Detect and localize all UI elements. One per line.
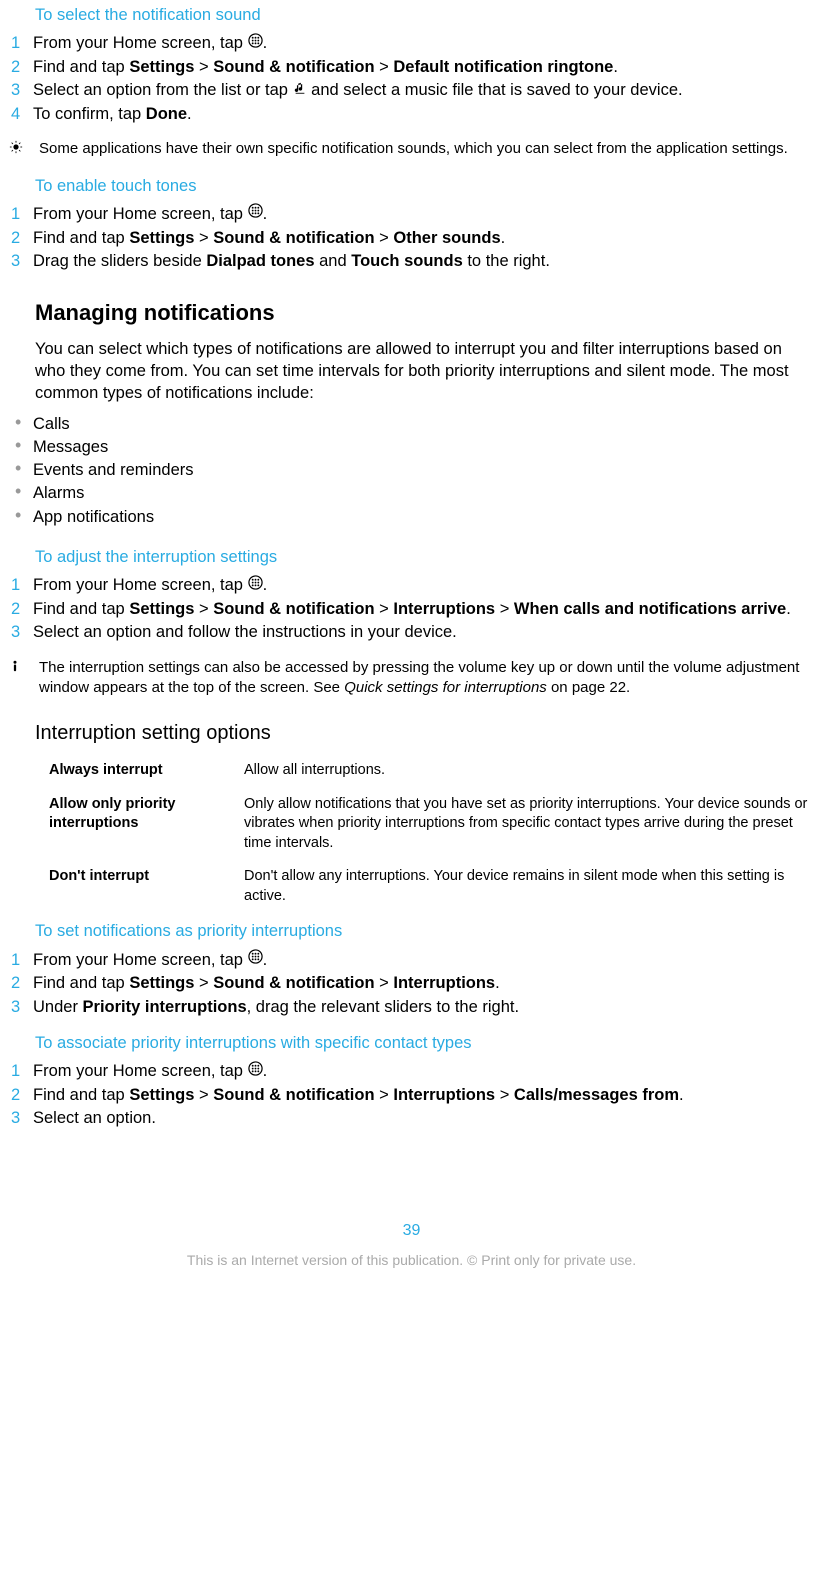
step-item: 3Select an option and follow the instruc… <box>35 621 803 643</box>
footer-text: This is an Internet version of this publ… <box>0 1251 823 1270</box>
step-item: 2Find and tap Settings > Sound & notific… <box>35 972 803 994</box>
apps-icon <box>248 32 263 54</box>
step-item: 1From your Home screen, tap . <box>35 574 803 597</box>
bullet-item: •Events and reminders <box>35 459 823 481</box>
bullet-item: •Calls <box>35 413 823 435</box>
step-item: 1From your Home screen, tap . <box>35 203 803 226</box>
music-icon <box>293 79 307 101</box>
h2-heading: Interruption setting options <box>35 720 823 747</box>
option-row: Always interruptAllow all interruptions. <box>49 761 823 781</box>
section-heading: To set notifications as priority interru… <box>35 920 823 942</box>
step-list: 1From your Home screen, tap . 2Find and … <box>35 1060 803 1129</box>
step-item: 3Select an option from the list or tap a… <box>35 79 803 102</box>
apps-icon <box>248 948 263 970</box>
step-item: 1From your Home screen, tap . <box>35 949 803 972</box>
options-table: Always interruptAllow all interruptions.… <box>49 761 823 906</box>
bulb-icon <box>9 139 39 160</box>
step-list: 1From your Home screen, tap . 2Find and … <box>35 32 803 125</box>
step-list: 1From your Home screen, tap . 2Find and … <box>35 574 803 643</box>
step-item: 3Select an option. <box>35 1107 803 1129</box>
option-row: Allow only priority interruptionsOnly al… <box>49 795 823 854</box>
step-list: 1From your Home screen, tap . 2Find and … <box>35 949 803 1018</box>
option-row: Don't interruptDon't allow any interrupt… <box>49 867 823 906</box>
tip-note: Some applications have their own specifi… <box>35 139 803 160</box>
apps-icon <box>248 202 263 224</box>
step-item: 3Under Priority interruptions, drag the … <box>35 996 803 1018</box>
bullet-item: •App notifications <box>35 506 823 528</box>
step-item: 3Drag the sliders beside Dialpad tones a… <box>35 250 803 272</box>
step-item: 4To confirm, tap Done. <box>35 103 803 125</box>
step-item: 2Find and tap Settings > Sound & notific… <box>35 56 803 78</box>
apps-icon <box>248 1060 263 1082</box>
apps-icon <box>248 574 263 596</box>
bullet-item: •Alarms <box>35 482 823 504</box>
step-item: 2Find and tap Settings > Sound & notific… <box>35 598 803 620</box>
section-heading: To associate priority interruptions with… <box>35 1032 823 1054</box>
exclaim-icon <box>9 658 39 679</box>
step-item: 1From your Home screen, tap . <box>35 1060 803 1083</box>
step-item: 2Find and tap Settings > Sound & notific… <box>35 227 803 249</box>
paragraph: You can select which types of notificati… <box>35 338 798 405</box>
warning-note: The interruption settings can also be ac… <box>35 658 803 699</box>
step-list: 1From your Home screen, tap . 2Find and … <box>35 203 803 272</box>
step-item: 1From your Home screen, tap . <box>35 32 803 55</box>
bullet-item: •Messages <box>35 436 823 458</box>
section-heading: To adjust the interruption settings <box>35 546 823 568</box>
page-number: 39 <box>0 1220 823 1242</box>
section-heading: To select the notification sound <box>35 4 823 26</box>
h1-heading: Managing notifications <box>35 298 823 328</box>
step-item: 2Find and tap Settings > Sound & notific… <box>35 1084 803 1106</box>
bullet-list: •Calls •Messages •Events and reminders •… <box>35 413 823 528</box>
section-heading: To enable touch tones <box>35 175 823 197</box>
